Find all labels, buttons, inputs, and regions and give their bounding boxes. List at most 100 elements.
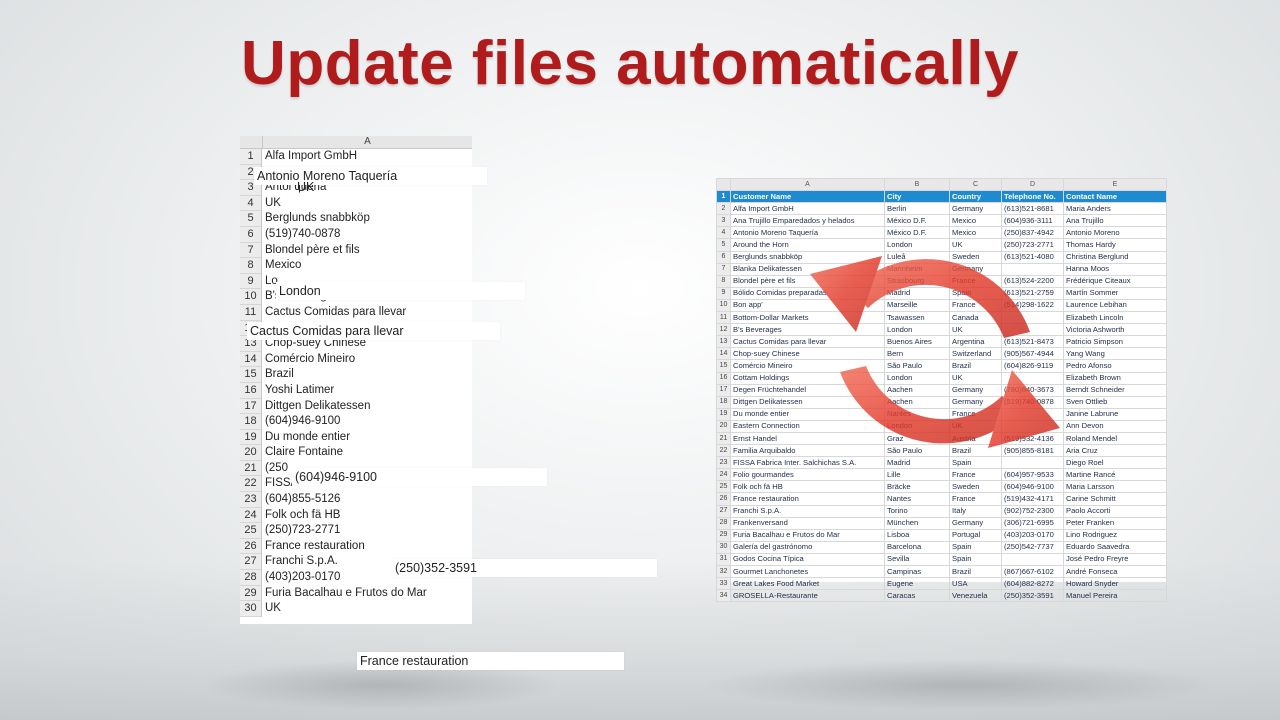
cell-a[interactable]: (403)203-0170 — [265, 570, 340, 586]
row-number[interactable]: 25 — [240, 523, 262, 539]
row-number[interactable]: 1 — [716, 190, 731, 204]
row-number[interactable]: 23 — [716, 456, 731, 470]
table-cell[interactable]: Caracas — [884, 589, 950, 603]
row-number[interactable]: 20 — [240, 445, 262, 461]
row-number[interactable]: 4 — [716, 226, 731, 240]
table-cell[interactable]: Portugal — [949, 528, 1002, 542]
table-cell[interactable]: Godos Cocina Típica — [730, 552, 885, 567]
row-number[interactable]: 1 — [240, 149, 262, 165]
row-number[interactable]: 11 — [716, 311, 731, 325]
table-cell[interactable]: Barcelona — [884, 540, 950, 554]
row-number[interactable]: 9 — [240, 273, 262, 290]
row-number[interactable]: 21 — [240, 460, 262, 477]
cell-a[interactable]: Dittgen Delikatessen — [265, 399, 370, 415]
table-cell[interactable]: Peter Franken — [1063, 516, 1167, 530]
row-number[interactable]: 19 — [716, 407, 731, 421]
cell-a[interactable]: Yoshi Latimer — [265, 383, 334, 399]
cell-a[interactable]: UK — [265, 196, 281, 212]
table-cell[interactable]: Country — [949, 190, 1002, 204]
row-number[interactable]: 25 — [716, 480, 731, 494]
table-cell[interactable]: Eduardo Saavedra — [1063, 540, 1167, 554]
table-cell[interactable]: C — [949, 177, 1002, 192]
row-number[interactable]: 22 — [240, 476, 262, 493]
table-cell[interactable]: Galería del gastrónomo — [730, 540, 885, 554]
row-number[interactable]: 28 — [716, 516, 731, 530]
row-number[interactable]: 16 — [716, 371, 731, 385]
cell-a[interactable]: France restauration — [265, 539, 365, 555]
row-number[interactable]: 8 — [240, 258, 262, 274]
table-cell[interactable]: Venezuela — [949, 589, 1002, 603]
table-cell[interactable]: (250)352-3591 — [1001, 589, 1064, 603]
table-cell[interactable]: France — [949, 492, 1002, 506]
select-all-corner[interactable] — [240, 136, 263, 149]
table-cell[interactable]: Germany — [949, 516, 1002, 530]
table-cell[interactable]: Campinas — [884, 564, 950, 579]
row-number[interactable]: 5 — [240, 211, 262, 227]
row-number[interactable]: 21 — [716, 431, 731, 446]
row-number[interactable]: 10 — [716, 298, 731, 313]
row-number[interactable]: 34 — [716, 589, 731, 603]
cell-a[interactable]: (519)740-0878 — [265, 227, 340, 243]
table-cell[interactable]: Howard Snyder — [1063, 577, 1167, 591]
table-cell[interactable]: D — [1001, 177, 1064, 192]
table-cell[interactable]: Gourmet Lanchonetes — [730, 564, 885, 579]
table-cell[interactable]: E — [1063, 177, 1167, 192]
cell-a[interactable]: Mexico — [265, 258, 301, 274]
cell-a[interactable]: (250)723-2771 — [265, 523, 340, 539]
cell-a[interactable]: Du monde entier — [265, 430, 350, 446]
cell-a[interactable]: Alfa Import GmbH — [265, 149, 357, 165]
row-number[interactable]: 31 — [716, 552, 731, 567]
row-number[interactable]: 22 — [716, 444, 731, 458]
row-number[interactable]: 8 — [716, 274, 731, 288]
table-cell[interactable]: (250)542-7737 — [1001, 540, 1064, 554]
row-number[interactable]: 11 — [240, 304, 262, 321]
table-cell[interactable]: Customer Name — [730, 190, 885, 204]
table-cell[interactable]: Carine Schmitt — [1063, 492, 1167, 506]
row-number[interactable]: 15 — [716, 359, 731, 373]
table-cell[interactable]: Eugene — [884, 577, 950, 591]
row-number[interactable]: 20 — [716, 419, 731, 433]
row-number[interactable]: 16 — [240, 382, 262, 399]
row-number[interactable]: 27 — [240, 554, 262, 571]
row-number[interactable]: 15 — [240, 367, 262, 383]
row-number[interactable]: 2 — [716, 202, 731, 216]
row-number[interactable]: 23 — [240, 492, 262, 508]
table-cell[interactable]: München — [884, 516, 950, 530]
row-number[interactable]: 7 — [240, 242, 262, 259]
table-cell[interactable]: Lisboa — [884, 528, 950, 542]
table-cell[interactable]: GROSELLA-Restaurante — [730, 589, 885, 603]
table-cell[interactable]: (902)752-2300 — [1001, 504, 1064, 518]
table-cell[interactable]: Torino — [884, 504, 950, 518]
row-number[interactable]: 19 — [240, 429, 262, 446]
cell-a[interactable]: Cactus Comidas para llevar — [265, 305, 406, 321]
row-number[interactable]: 6 — [716, 250, 731, 264]
cell-a[interactable]: (604)855-5126 — [265, 492, 340, 508]
table-cell[interactable]: (403)203-0170 — [1001, 528, 1064, 542]
table-cell[interactable]: Brazil — [949, 564, 1002, 579]
row-number[interactable]: 17 — [240, 398, 262, 415]
table-cell[interactable]: (867)667-6102 — [1001, 564, 1064, 579]
table-cell[interactable]: Spain — [949, 540, 1002, 554]
table-cell[interactable]: Manuel Pereira — [1063, 589, 1167, 603]
row-number[interactable] — [716, 177, 731, 192]
cell-a[interactable]: Comércio Mineiro — [265, 352, 355, 368]
table-cell[interactable]: USA — [949, 577, 1002, 591]
table-cell[interactable]: Contact Name — [1063, 190, 1167, 204]
row-number[interactable]: 18 — [240, 414, 262, 430]
row-number[interactable]: 13 — [716, 335, 731, 349]
row-number[interactable]: 26 — [716, 492, 731, 506]
table-cell[interactable]: Furia Bacalhau e Frutos do Mar — [730, 528, 885, 542]
cell-a[interactable]: Folk och fä HB — [265, 508, 340, 524]
table-cell[interactable]: Italy — [949, 504, 1002, 518]
cell-a[interactable]: Brazil — [265, 367, 294, 383]
table-cell[interactable]: (519)432-4171 — [1001, 492, 1064, 506]
cell-a[interactable]: Blondel père et fils — [265, 243, 360, 259]
cell-a[interactable]: UK — [265, 601, 281, 617]
table-cell[interactable]: Lino Rodriguez — [1063, 528, 1167, 542]
row-number[interactable]: 24 — [716, 468, 731, 482]
row-number[interactable]: 17 — [716, 383, 731, 397]
table-cell[interactable]: B — [884, 177, 950, 192]
row-number[interactable]: 18 — [716, 395, 731, 409]
cell-a[interactable]: Claire Fontaine — [265, 445, 343, 461]
table-cell[interactable]: Great Lakes Food Market — [730, 577, 885, 591]
